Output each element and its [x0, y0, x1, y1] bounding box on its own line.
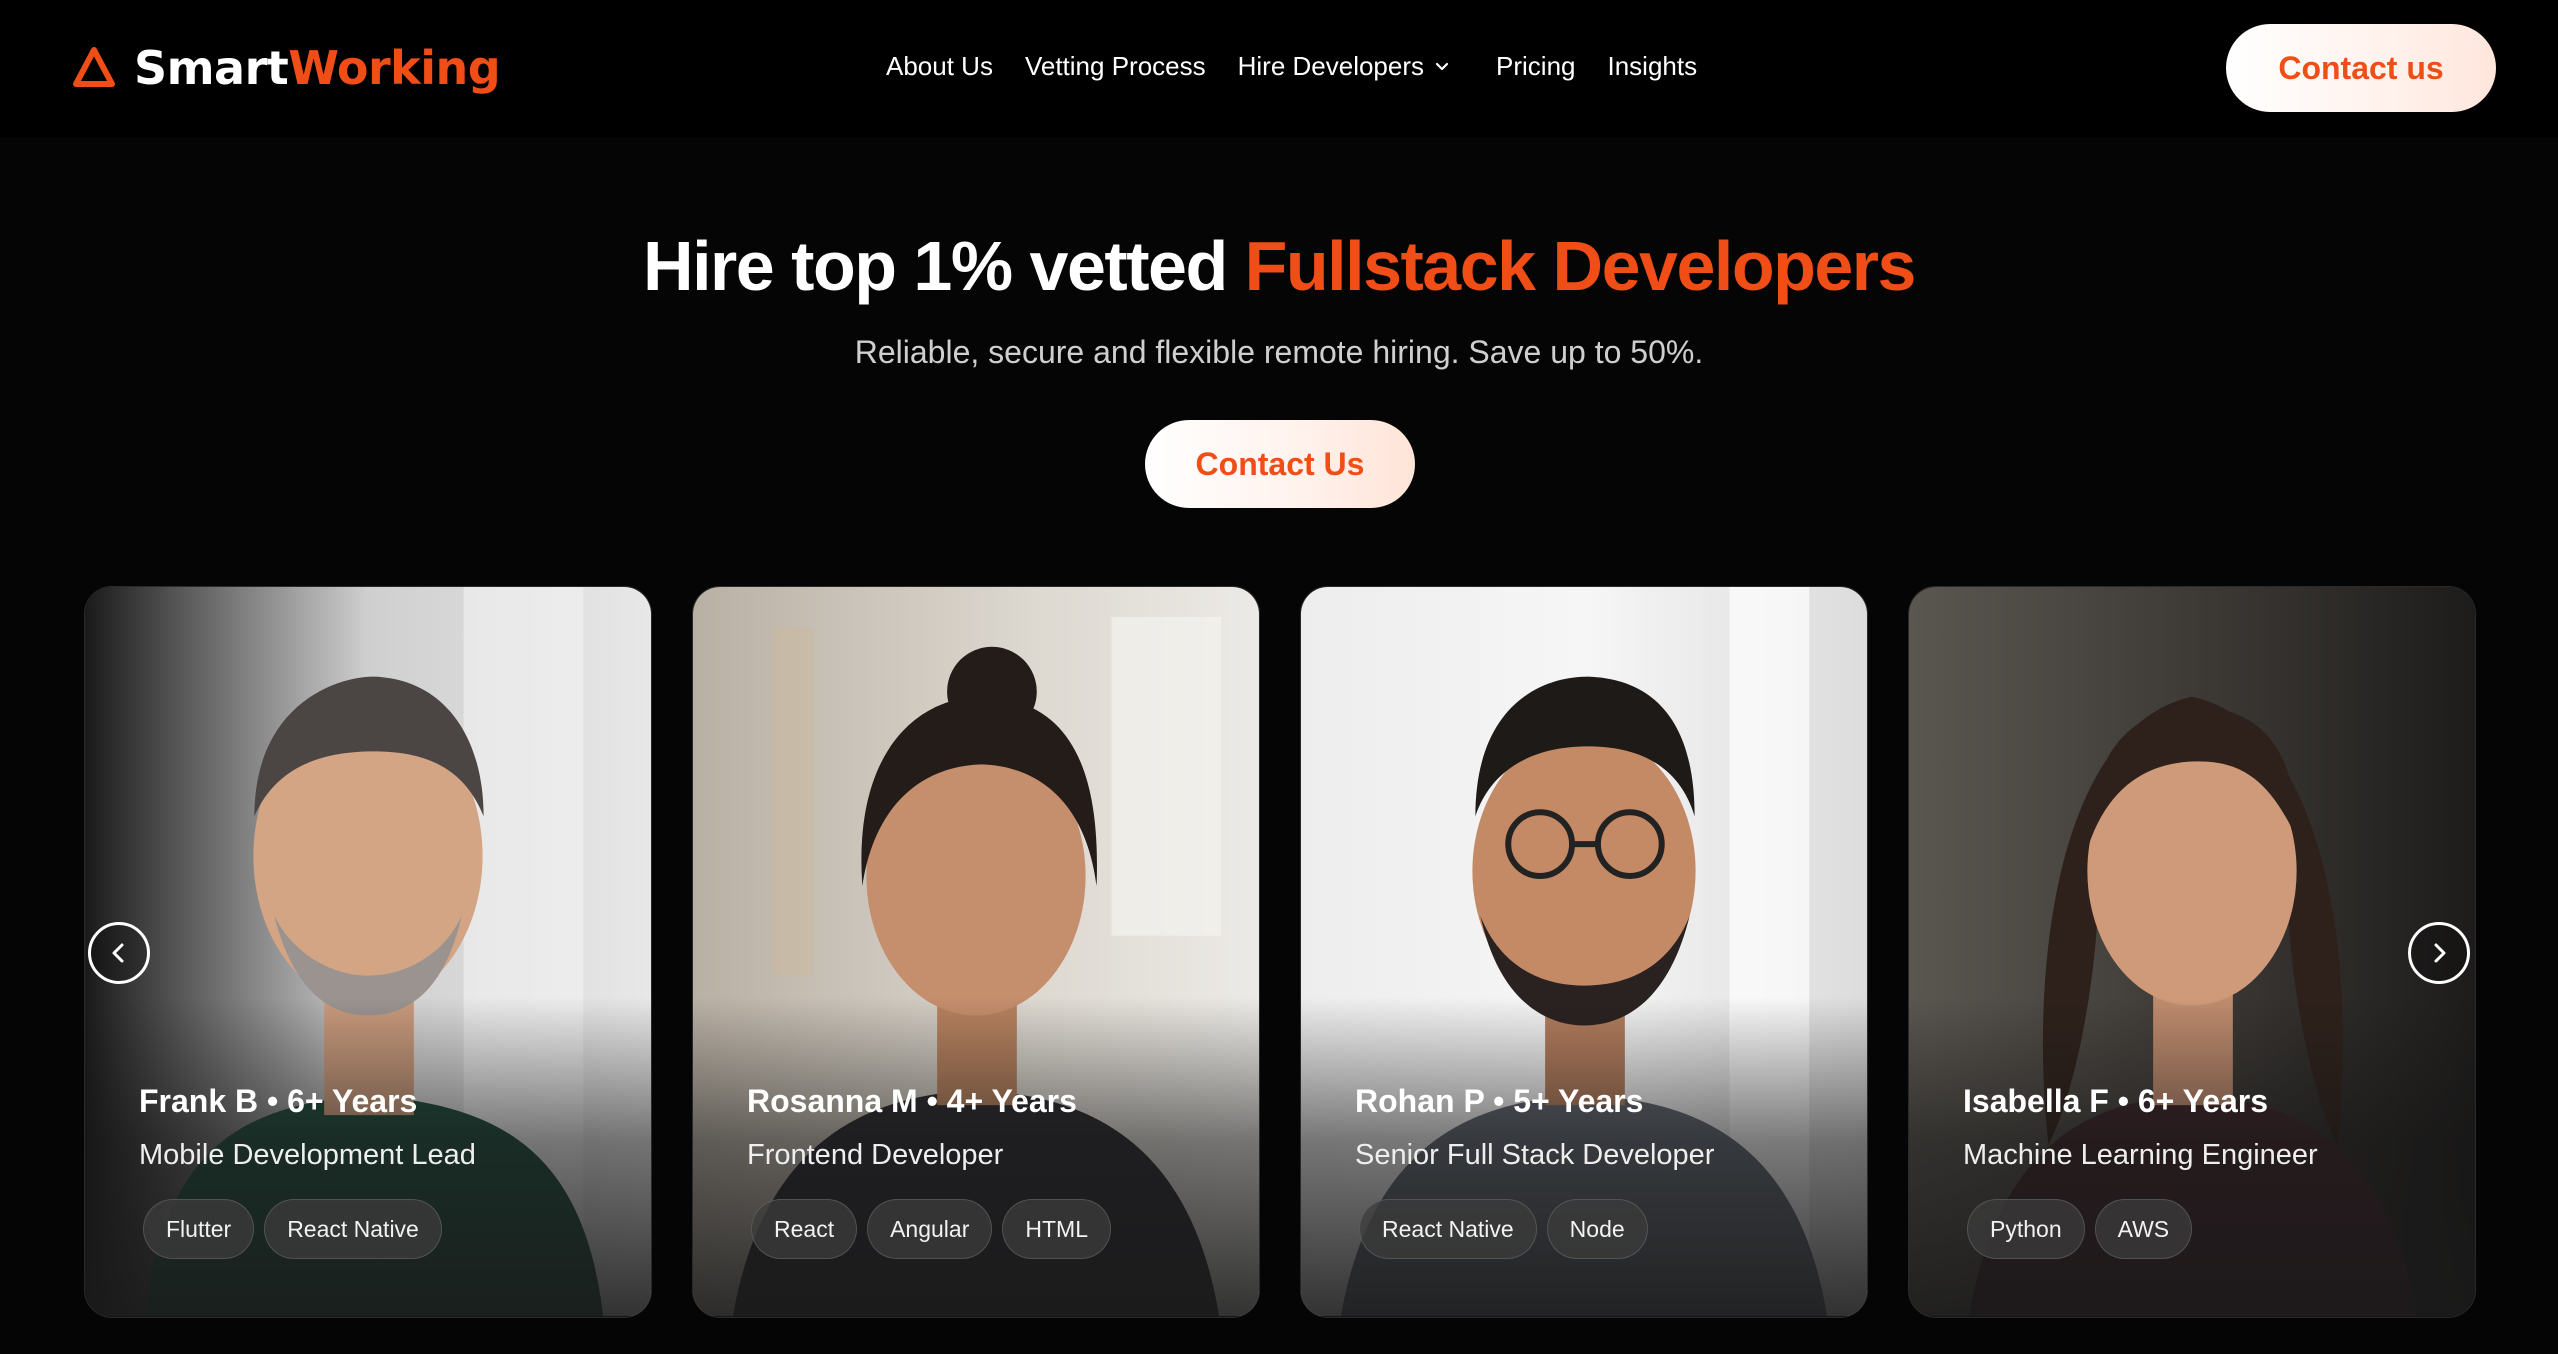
developer-name: Frank B • 6+ Years — [139, 1083, 418, 1119]
hero-title-prefix: Hire top 1% vetted — [643, 227, 1245, 305]
developer-role: Mobile Development Lead — [139, 1139, 476, 1171]
nav-about-us[interactable]: About Us — [886, 51, 993, 82]
hero-contact-button[interactable]: Contact Us — [1145, 420, 1415, 508]
chevron-left-icon — [112, 943, 124, 963]
header-contact-button[interactable]: Contact us — [2226, 24, 2496, 112]
carousel-next-button[interactable] — [2408, 922, 2470, 984]
logo-triangle-icon — [73, 47, 115, 87]
logo-wordmark: SmartWorking — [134, 45, 501, 91]
site-header: SmartWorking About Us Vetting Process Hi… — [0, 0, 2558, 138]
developer-carousel: Frank B • 6+ Years Mobile Development Le… — [0, 586, 2558, 1320]
hero-subtitle: Reliable, secure and flexible remote hir… — [854, 334, 1704, 370]
developer-role: Frontend Developer — [747, 1139, 1004, 1171]
nav-insights[interactable]: Insights — [1608, 51, 1698, 82]
skill-tag: React — [751, 1199, 858, 1259]
skill-tag: Flutter — [143, 1199, 255, 1259]
chevron-right-icon — [2434, 943, 2446, 963]
developer-name: Isabella F • 6+ Years — [1963, 1083, 2269, 1119]
skill-tags: Python AWS — [1967, 1199, 2193, 1259]
skill-tags: Flutter React Native — [143, 1199, 442, 1259]
skill-tag: React Native — [1359, 1199, 1537, 1259]
logo-text-working: Working — [288, 41, 501, 95]
developer-card[interactable]: Rohan P • 5+ Years Senior Full Stack Dev… — [1300, 586, 1868, 1318]
skill-tag: Node — [1546, 1199, 1648, 1259]
chevron-down-icon — [1435, 62, 1449, 71]
skill-tag: AWS — [2094, 1199, 2193, 1259]
nav-hire-developers[interactable]: Hire Developers — [1238, 51, 1450, 82]
developer-name: Rosanna M • 4+ Years — [747, 1083, 1077, 1119]
skill-tag: Python — [1967, 1199, 2085, 1259]
developer-card[interactable]: Rosanna M • 4+ Years Frontend Developer … — [692, 586, 1260, 1318]
developer-role: Machine Learning Engineer — [1963, 1139, 2318, 1171]
skill-tags: React Angular HTML — [751, 1199, 1111, 1259]
developer-role: Senior Full Stack Developer — [1355, 1139, 1715, 1171]
skill-tag: React Native — [264, 1199, 442, 1259]
developer-card[interactable]: Isabella F • 6+ Years Machine Learning E… — [1908, 586, 2476, 1318]
nav-vetting-process[interactable]: Vetting Process — [1025, 51, 1206, 82]
hero-title-accent: Fullstack Developers — [1244, 227, 1917, 305]
logo-text-smart: Smart — [134, 41, 289, 95]
developer-name: Rohan P • 5+ Years — [1355, 1083, 1644, 1119]
skill-tag: Angular — [867, 1199, 993, 1259]
nav-pricing[interactable]: Pricing — [1496, 51, 1575, 82]
smartworking-logo[interactable]: SmartWorking — [72, 40, 501, 96]
carousel-prev-button[interactable] — [88, 922, 150, 984]
developer-card[interactable]: Frank B • 6+ Years Mobile Development Le… — [84, 586, 652, 1318]
skill-tags: React Native Node — [1359, 1199, 1648, 1259]
hero-title: Hire top 1% vetted Fullstack Developers — [0, 228, 2558, 305]
skill-tag: HTML — [1002, 1199, 1111, 1259]
main-nav: About Us Vetting Process Hire Developers… — [886, 46, 1729, 86]
nav-hire-developers-label: Hire Developers — [1237, 50, 1425, 81]
